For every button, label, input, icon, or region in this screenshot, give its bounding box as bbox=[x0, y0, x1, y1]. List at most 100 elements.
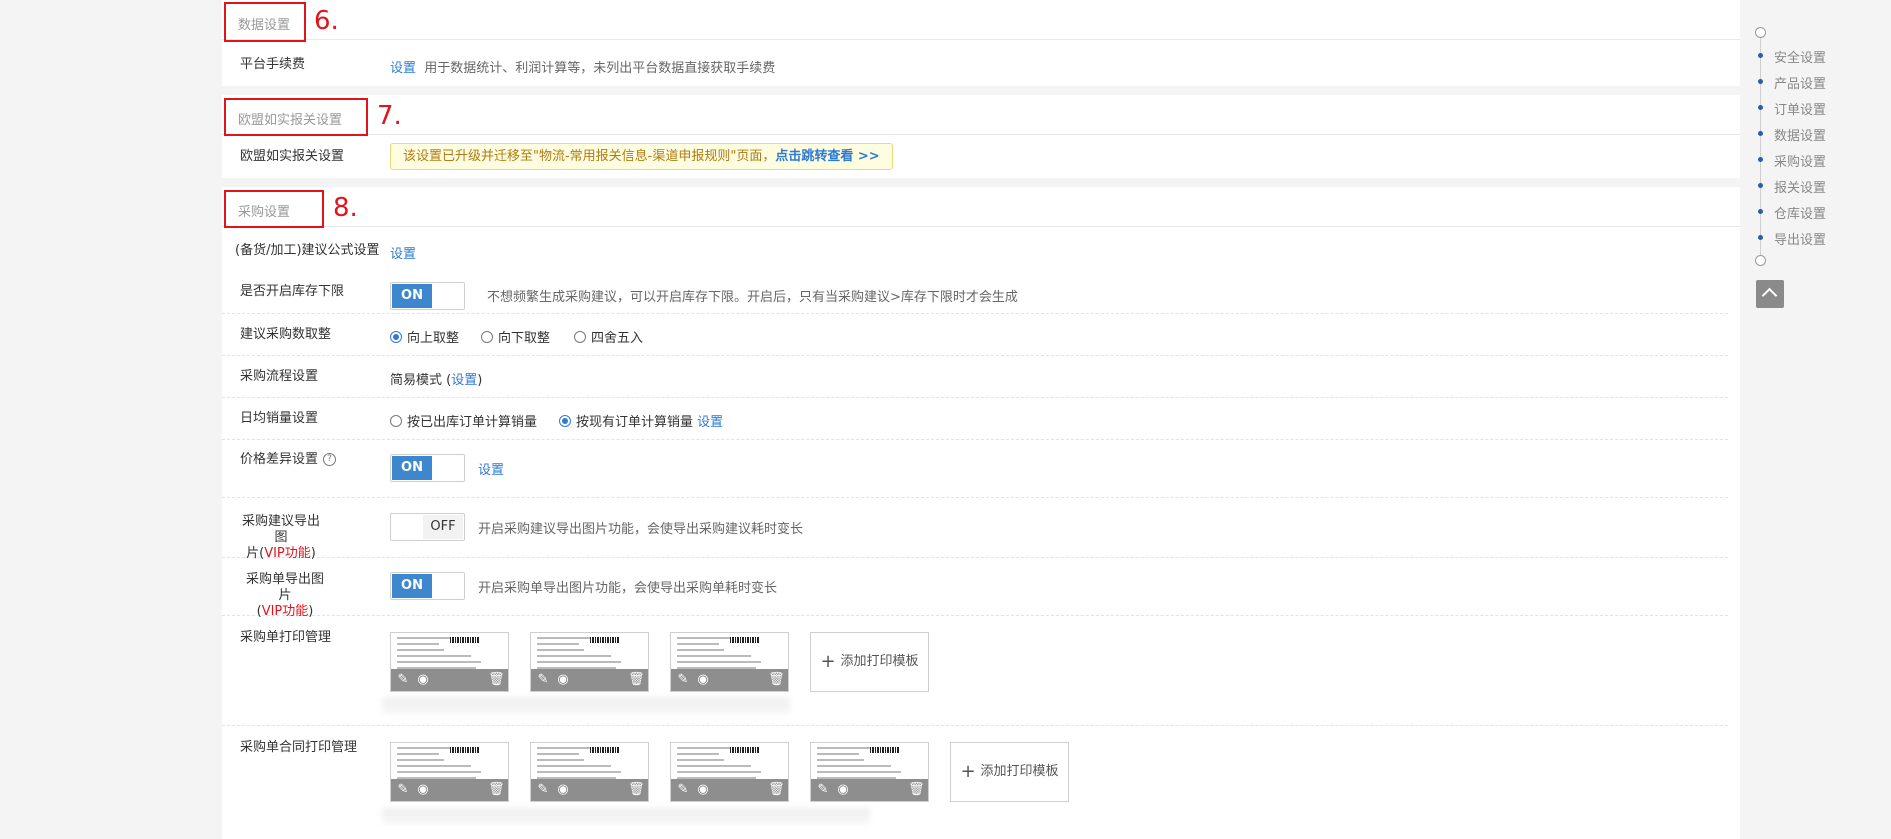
template-toolbar: ✎ ◉ 🗑 bbox=[671, 669, 788, 691]
delete-icon[interactable]: 🗑 bbox=[488, 782, 505, 798]
radio-icon[interactable] bbox=[559, 414, 571, 427]
purchase-flow-link[interactable]: 设置 bbox=[451, 373, 477, 388]
preview-icon[interactable]: ◉ bbox=[835, 782, 851, 798]
eu-notice-link[interactable]: 点击跳转查看 >> bbox=[775, 149, 879, 164]
preview-icon[interactable]: ◉ bbox=[555, 672, 571, 688]
delete-icon[interactable]: 🗑 bbox=[628, 672, 645, 688]
price-diff-label-text: 价格差异设置 bbox=[240, 452, 319, 467]
stock-limit-toggle[interactable]: ON bbox=[390, 282, 465, 310]
barcode-icon bbox=[870, 747, 900, 753]
radio-icon[interactable] bbox=[390, 330, 402, 343]
rounding-option-round[interactable]: 四舍五入 bbox=[574, 327, 643, 346]
formula-settings-link[interactable]: 设置 bbox=[390, 247, 416, 262]
daily-sales-row: 日均销量设置 按已出库订单计算销量 按现有订单计算销量 设置 bbox=[222, 398, 1728, 440]
price-diff-link[interactable]: 设置 bbox=[478, 463, 504, 478]
section-gap bbox=[222, 178, 1740, 187]
template-toolbar: ✎ ◉ 🗑 bbox=[391, 779, 508, 801]
rounding-option-down[interactable]: 向下取整 bbox=[481, 327, 550, 346]
nav-item-product[interactable]: 产品设置 bbox=[1752, 72, 1882, 92]
plus-icon: + bbox=[820, 651, 836, 672]
annotation-label: 6. bbox=[314, 6, 339, 36]
print-template-thumbnail[interactable]: ✎ ◉ 🗑 bbox=[670, 632, 789, 692]
contract-print-label: 采购单合同打印管理 bbox=[240, 740, 358, 755]
nav-item-order[interactable]: 订单设置 bbox=[1752, 98, 1882, 118]
suggest-export-desc: 开启采购建议导出图片功能，会使导出采购建议耗时变长 bbox=[478, 522, 804, 537]
plus-icon: + bbox=[960, 761, 976, 782]
delete-icon[interactable]: 🗑 bbox=[768, 782, 785, 798]
template-toolbar: ✎ ◉ 🗑 bbox=[391, 669, 508, 691]
preview-icon[interactable]: ◉ bbox=[555, 782, 571, 798]
edit-icon[interactable]: ✎ bbox=[675, 782, 691, 798]
edit-icon[interactable]: ✎ bbox=[675, 672, 691, 688]
edit-icon[interactable]: ✎ bbox=[815, 782, 831, 798]
contract-print-row: 采购单合同打印管理 ✎ ◉ 🗑 ✎ ◉ 🗑 ✎ ◉ 🗑 ✎ ◉ 🗑 + 添加打印模板 bbox=[222, 726, 1728, 839]
blurred-caption bbox=[382, 808, 870, 824]
radio-icon[interactable] bbox=[390, 414, 402, 427]
edit-icon[interactable]: ✎ bbox=[395, 782, 411, 798]
nav-item-label: 导出设置 bbox=[1774, 233, 1827, 248]
label-line1: 采购单导出图片 bbox=[245, 572, 324, 603]
nav-item-data[interactable]: 数据设置 bbox=[1752, 124, 1882, 144]
delete-icon[interactable]: 🗑 bbox=[908, 782, 925, 798]
print-mgmt-row: 采购单打印管理 ✎ ◉ 🗑 ✎ ◉ 🗑 ✎ ◉ 🗑 + 添加打印模板 bbox=[222, 616, 1728, 726]
stock-limit-desc: 不想频繁生成采购建议，可以开启库存下限。开启后，只有当采购建议>库存下限时才会生… bbox=[487, 290, 1018, 305]
daily-sales-option-shipped[interactable]: 按已出库订单计算销量 bbox=[390, 411, 537, 430]
nav-item-label: 产品设置 bbox=[1774, 77, 1827, 92]
formula-row: (备货/加工)建议公式设置 设置 bbox=[222, 230, 1728, 270]
platform-fee-link[interactable]: 设置 bbox=[390, 61, 416, 76]
preview-icon[interactable]: ◉ bbox=[415, 782, 431, 798]
radio-label: 按已出库订单计算销量 bbox=[407, 415, 538, 430]
order-export-toggle[interactable]: ON bbox=[390, 572, 465, 600]
edit-icon[interactable]: ✎ bbox=[535, 782, 551, 798]
order-export-row: 采购单导出图片 (VIP功能) ON 开启采购单导出图片功能，会使导出采购单耗时… bbox=[222, 558, 1728, 619]
nav-dot-icon bbox=[1758, 157, 1763, 162]
nav-item-warehouse[interactable]: 仓库设置 bbox=[1752, 202, 1882, 222]
print-template-thumbnail[interactable]: ✎ ◉ 🗑 bbox=[390, 742, 509, 802]
template-toolbar: ✎ ◉ 🗑 bbox=[671, 779, 788, 801]
suggest-export-toggle[interactable]: OFF bbox=[390, 513, 465, 541]
add-contract-template-label: 添加打印模板 bbox=[980, 764, 1059, 779]
add-print-template-button[interactable]: + 添加打印模板 bbox=[810, 632, 929, 692]
nav-item-purchase[interactable]: 采购设置 bbox=[1752, 150, 1882, 170]
print-template-thumbnail[interactable]: ✎ ◉ 🗑 bbox=[530, 632, 649, 692]
delete-icon[interactable]: 🗑 bbox=[628, 782, 645, 798]
barcode-icon bbox=[730, 747, 760, 753]
nav-start-circle bbox=[1755, 27, 1766, 38]
nav-item-security[interactable]: 安全设置 bbox=[1752, 46, 1882, 66]
print-template-thumbnail[interactable]: ✎ ◉ 🗑 bbox=[670, 742, 789, 802]
purchase-flow-label: 采购流程设置 bbox=[240, 369, 319, 384]
radio-icon[interactable] bbox=[574, 330, 586, 343]
nav-dot-icon bbox=[1758, 183, 1763, 188]
formula-link: 设置 bbox=[390, 243, 416, 262]
help-icon[interactable]: ? bbox=[323, 453, 337, 466]
delete-icon[interactable]: 🗑 bbox=[488, 672, 505, 688]
price-diff-label: 价格差异设置? bbox=[240, 452, 337, 468]
nav-dot-icon bbox=[1758, 131, 1763, 136]
preview-icon[interactable]: ◉ bbox=[695, 782, 711, 798]
print-template-thumbnail[interactable]: ✎ ◉ 🗑 bbox=[810, 742, 929, 802]
data-section-header: 数据设置 bbox=[222, 0, 1740, 40]
preview-icon[interactable]: ◉ bbox=[415, 672, 431, 688]
nav-item-export[interactable]: 导出设置 bbox=[1752, 228, 1882, 248]
back-to-top-button[interactable] bbox=[1756, 280, 1784, 308]
edit-icon[interactable]: ✎ bbox=[535, 672, 551, 688]
barcode-icon bbox=[730, 637, 760, 643]
rounding-option-up[interactable]: 向上取整 bbox=[390, 327, 459, 346]
annotation-box bbox=[224, 190, 324, 228]
nav-item-label: 数据设置 bbox=[1774, 129, 1827, 144]
nav-item-customs[interactable]: 报关设置 bbox=[1752, 176, 1882, 196]
edit-icon[interactable]: ✎ bbox=[395, 672, 411, 688]
price-diff-toggle[interactable]: ON bbox=[390, 454, 465, 482]
delete-icon[interactable]: 🗑 bbox=[768, 672, 785, 688]
settings-content: 数据设置 平台手续费 设置 用于数据统计、利润计算等，未列出平台数据直接获取手续… bbox=[222, 0, 1740, 839]
eu-section-header: 欧盟如实报关设置 bbox=[222, 95, 1740, 135]
preview-icon[interactable]: ◉ bbox=[695, 672, 711, 688]
template-toolbar: ✎ ◉ 🗑 bbox=[531, 669, 648, 691]
daily-sales-link[interactable]: 设置 bbox=[697, 411, 723, 430]
add-contract-template-button[interactable]: + 添加打印模板 bbox=[950, 742, 1069, 802]
radio-label: 四舍五入 bbox=[591, 331, 644, 346]
radio-icon[interactable] bbox=[481, 330, 493, 343]
daily-sales-option-current[interactable]: 按现有订单计算销量 设置 bbox=[559, 411, 723, 430]
print-template-thumbnail[interactable]: ✎ ◉ 🗑 bbox=[530, 742, 649, 802]
print-template-thumbnail[interactable]: ✎ ◉ 🗑 bbox=[390, 632, 509, 692]
